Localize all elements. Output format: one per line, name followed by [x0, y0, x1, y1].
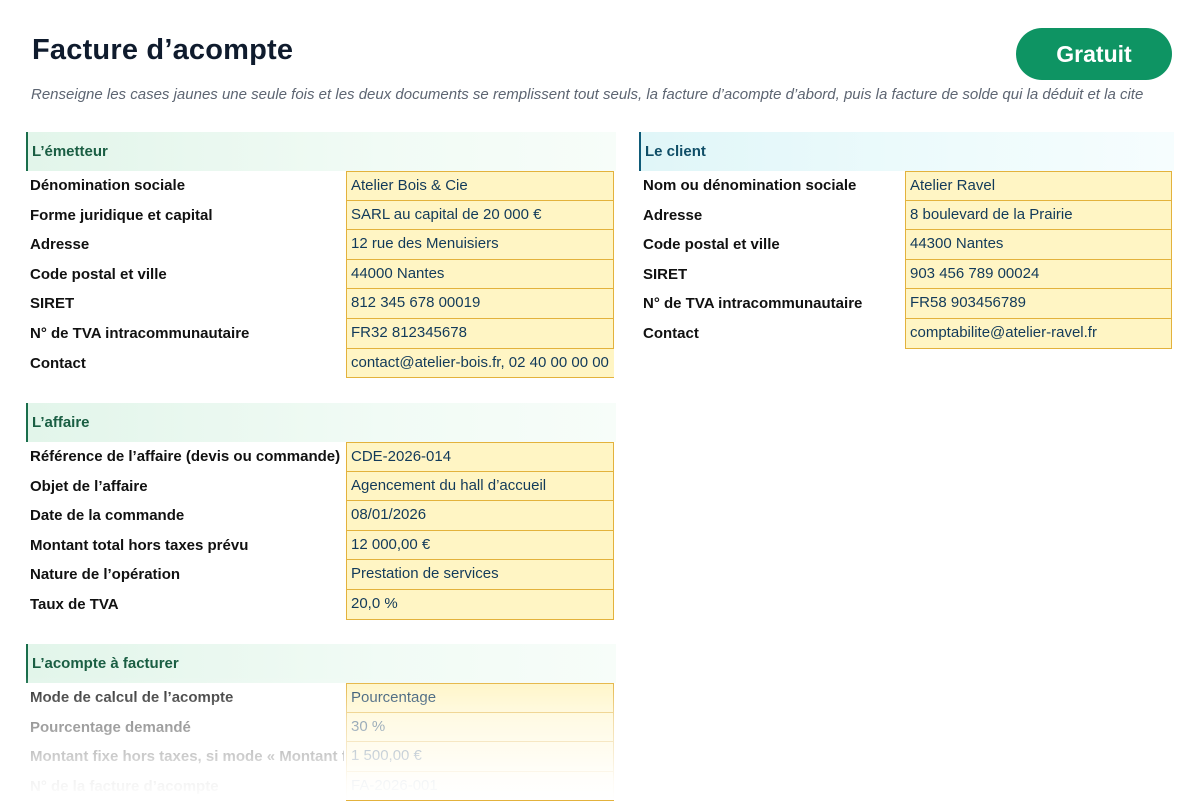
- acompte-row: Mode de calcul de l’acompte Pourcentage: [26, 683, 616, 713]
- emetteur-row: Adresse 12 rue des Menuisiers: [26, 230, 616, 260]
- affaire-section: L’affaire Référence de l’affaire (devis …: [26, 403, 616, 620]
- affaire-taux-tva-input[interactable]: 20,0 %: [346, 589, 614, 620]
- emetteur-field-label: Code postal et ville: [30, 265, 167, 283]
- affaire-field-label: Objet de l’affaire: [30, 477, 148, 495]
- free-badge: Gratuit: [1016, 28, 1172, 80]
- emetteur-row: Code postal et ville 44000 Nantes: [26, 259, 616, 290]
- affaire-row: Objet de l’affaire Agencement du hall d’…: [26, 471, 616, 502]
- acompte-row: Pourcentage demandé 30 %: [26, 712, 616, 743]
- acompte-section: L’acompte à facturer Mode de calcul de l…: [26, 644, 616, 801]
- affaire-field-label: Nature de l’opération: [30, 566, 181, 584]
- emetteur-field-label: SIRET: [30, 295, 75, 313]
- emetteur-row: SIRET 812 345 678 00019: [26, 289, 616, 319]
- client-siret-input[interactable]: 903 456 789 00024: [905, 259, 1172, 290]
- acompte-pourcentage-input[interactable]: 30 %: [346, 712, 614, 743]
- acompte-numero-facture-input[interactable]: FA-2026-001: [346, 771, 614, 801]
- emetteur-field-label: Contact: [30, 354, 86, 372]
- affaire-field-label: Référence de l’affaire (devis ou command…: [30, 448, 341, 465]
- acompte-field-label: N° de la facture d’acompte: [30, 777, 219, 795]
- affaire-field-label: Taux de TVA: [30, 595, 119, 613]
- affaire-row: Taux de TVA 20,0 %: [26, 589, 616, 620]
- emetteur-section: L’émetteur Dénomination sociale Atelier …: [26, 132, 616, 379]
- emetteur-denomination-input[interactable]: Atelier Bois & Cie: [346, 171, 614, 201]
- emetteur-contact-input[interactable]: contact@atelier-bois.fr, 02 40 00 00 00: [346, 348, 614, 379]
- affaire-date-input[interactable]: 08/01/2026: [346, 501, 614, 531]
- emetteur-siret-input[interactable]: 812 345 678 00019: [346, 289, 614, 319]
- affaire-field-label: Date de la commande: [30, 507, 185, 525]
- client-adresse-input[interactable]: 8 boulevard de la Prairie: [905, 200, 1172, 231]
- emetteur-section-title: L’émetteur: [26, 132, 616, 171]
- client-field-label: N° de TVA intracommunautaire: [643, 295, 863, 313]
- client-row: SIRET 903 456 789 00024: [639, 259, 1174, 290]
- emetteur-field-label: N° de TVA intracommunautaire: [30, 324, 250, 342]
- acompte-row: Montant fixe hors taxes, si mode « Monta…: [26, 742, 616, 772]
- client-tva-input[interactable]: FR58 903456789: [905, 289, 1172, 319]
- acompte-section-title: L’acompte à facturer: [26, 644, 616, 683]
- acompte-mode-select[interactable]: Pourcentage: [346, 683, 614, 713]
- client-field-label: Contact: [643, 324, 699, 342]
- affaire-nature-input[interactable]: Prestation de services: [346, 560, 614, 590]
- client-row: Contact comptabilite@atelier-ravel.fr: [639, 318, 1174, 349]
- emetteur-tva-input[interactable]: FR32 812345678: [346, 318, 614, 349]
- client-field-label: Adresse: [643, 206, 703, 224]
- acompte-field-label: Montant fixe hors taxes, si mode « Monta…: [30, 748, 344, 766]
- acompte-field-label: Pourcentage demandé: [30, 718, 191, 736]
- client-field-label: Code postal et ville: [643, 236, 780, 254]
- acompte-field-label: Mode de calcul de l’acompte: [30, 689, 234, 706]
- client-code-postal-input[interactable]: 44300 Nantes: [905, 230, 1172, 260]
- client-section-title: Le client: [639, 132, 1174, 171]
- client-row: N° de TVA intracommunautaire FR58 903456…: [639, 289, 1174, 319]
- client-row: Code postal et ville 44300 Nantes: [639, 230, 1174, 260]
- client-contact-input[interactable]: comptabilite@atelier-ravel.fr: [905, 318, 1172, 349]
- client-nom-input[interactable]: Atelier Ravel: [905, 171, 1172, 201]
- page-title: Facture d’acompte: [32, 34, 294, 66]
- emetteur-row: Dénomination sociale Atelier Bois & Cie: [26, 171, 616, 201]
- affaire-reference-input[interactable]: CDE-2026-014: [346, 442, 614, 472]
- emetteur-adresse-input[interactable]: 12 rue des Menuisiers: [346, 230, 614, 260]
- acompte-montant-fixe-input[interactable]: 1 500,00 €: [346, 742, 614, 772]
- emetteur-forme-juridique-input[interactable]: SARL au capital de 20 000 €: [346, 200, 614, 231]
- emetteur-field-label: Dénomination sociale: [30, 177, 186, 194]
- emetteur-code-postal-input[interactable]: 44000 Nantes: [346, 259, 614, 290]
- client-field-label: SIRET: [643, 265, 688, 283]
- affaire-section-title: L’affaire: [26, 403, 616, 442]
- emetteur-row: N° de TVA intracommunautaire FR32 812345…: [26, 318, 616, 349]
- emetteur-row: Contact contact@atelier-bois.fr, 02 40 0…: [26, 348, 616, 379]
- affaire-field-label: Montant total hors taxes prévu: [30, 536, 249, 554]
- affaire-row: Date de la commande 08/01/2026: [26, 501, 616, 531]
- affaire-row: Nature de l’opération Prestation de serv…: [26, 560, 616, 590]
- affaire-objet-input[interactable]: Agencement du hall d’accueil: [346, 471, 614, 502]
- client-field-label: Nom ou dénomination sociale: [643, 177, 857, 194]
- page-subtitle: Renseigne les cases jaunes une seule foi…: [31, 86, 1144, 103]
- emetteur-field-label: Forme juridique et capital: [30, 206, 213, 224]
- emetteur-field-label: Adresse: [30, 236, 90, 254]
- client-section: Le client Nom ou dénomination sociale At…: [639, 132, 1174, 349]
- affaire-row: Montant total hors taxes prévu 12 000,00…: [26, 530, 616, 561]
- client-row: Nom ou dénomination sociale Atelier Rave…: [639, 171, 1174, 201]
- client-row: Adresse 8 boulevard de la Prairie: [639, 200, 1174, 231]
- acompte-row: N° de la facture d’acompte FA-2026-001: [26, 771, 616, 801]
- affaire-montant-ht-input[interactable]: 12 000,00 €: [346, 530, 614, 561]
- affaire-row: Référence de l’affaire (devis ou command…: [26, 442, 616, 472]
- emetteur-row: Forme juridique et capital SARL au capit…: [26, 200, 616, 231]
